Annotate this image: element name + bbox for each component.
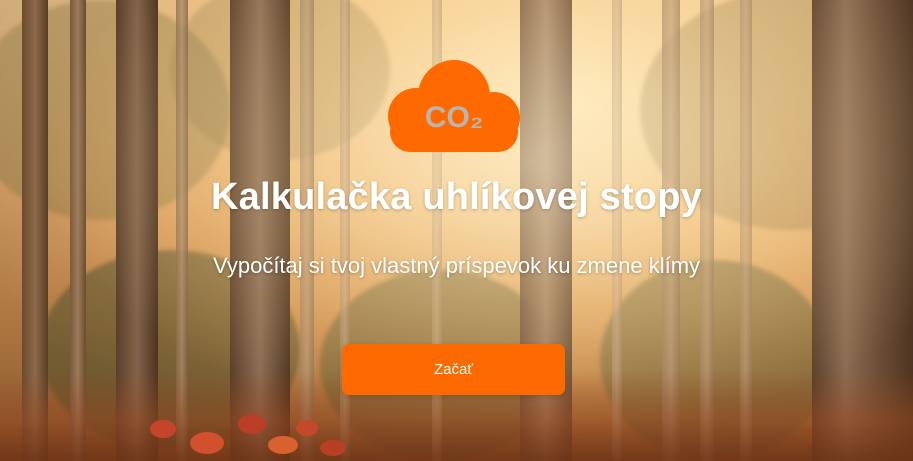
page-title: Kalkulačka uhlíkovej stopy	[211, 176, 702, 218]
page-subtitle: Vypočítaj si tvoj vlastný príspevok ku z…	[212, 253, 701, 278]
start-button[interactable]: Začať	[342, 344, 565, 395]
hero-content: CO₂ Kalkulačka uhlíkovej stopy Vypočítaj…	[0, 0, 913, 461]
co2-cloud-icon: CO₂	[388, 60, 520, 152]
co2-label: CO₂	[425, 101, 483, 134]
hero-section: CO₂ Kalkulačka uhlíkovej stopy Vypočítaj…	[0, 0, 913, 461]
